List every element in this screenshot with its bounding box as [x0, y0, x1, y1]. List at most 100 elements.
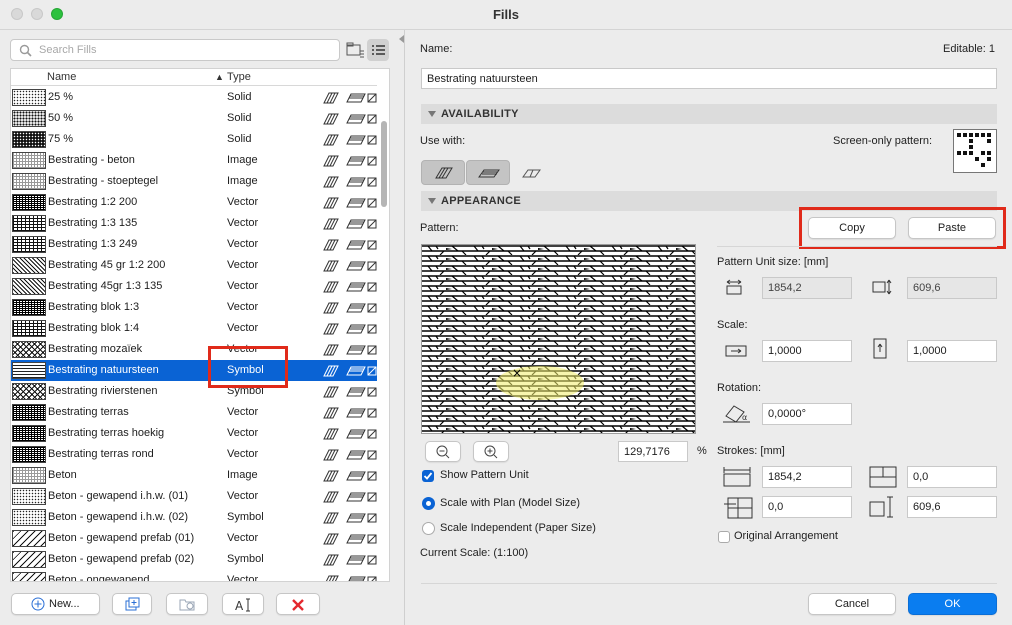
- zoom-in-button[interactable]: [473, 441, 509, 462]
- table-row[interactable]: Bestrating terras Vector: [11, 402, 377, 423]
- table-row[interactable]: Beton - gewapend i.h.w. (01) Vector: [11, 486, 377, 507]
- fill-pattern-swatch: [12, 383, 46, 400]
- surface-fill-availability-icon: [367, 156, 377, 166]
- cut-fill-availability-icon: [323, 533, 339, 545]
- stroke-c-field[interactable]: 0,0: [762, 496, 852, 518]
- unit-height-field[interactable]: 609,6: [907, 277, 997, 299]
- table-row[interactable]: Bestrating natuursteen Symbol: [11, 360, 377, 381]
- zoom-out-button[interactable]: [425, 441, 461, 462]
- table-row[interactable]: 50 % Solid: [11, 108, 377, 129]
- availability-section-header[interactable]: AVAILABILITY: [421, 104, 997, 124]
- original-arrangement-checkbox[interactable]: [718, 531, 730, 543]
- list-scrollbar[interactable]: [379, 87, 389, 581]
- table-row[interactable]: Beton - gewapend i.h.w. (02) Symbol: [11, 507, 377, 528]
- unit-height-icon: [872, 279, 892, 295]
- fill-type: Vector: [227, 322, 259, 334]
- duplicate-button[interactable]: [112, 593, 152, 615]
- zoom-percentage-field[interactable]: 129,7176: [618, 441, 688, 462]
- scale-with-plan-radio[interactable]: [422, 497, 435, 510]
- screen-only-pattern-preview[interactable]: [953, 129, 997, 173]
- table-row[interactable]: Bestrating - beton Image: [11, 150, 377, 171]
- folder-view-button[interactable]: [344, 39, 366, 61]
- stroke-a-field[interactable]: 1854,2: [762, 466, 852, 488]
- surface-fill-availability-icon: [367, 345, 377, 355]
- table-row[interactable]: Bestrating mozaïek Vector: [11, 339, 377, 360]
- fill-pattern-swatch: [12, 488, 46, 505]
- fill-type: Vector: [227, 217, 259, 229]
- fill-type: Image: [227, 175, 258, 187]
- use-with-cut-fill-toggle[interactable]: [421, 160, 465, 185]
- unit-width-field[interactable]: 1854,2: [762, 277, 852, 299]
- fill-pattern-swatch: [12, 530, 46, 547]
- table-row[interactable]: Bestrating 45 gr 1:2 200 Vector: [11, 255, 377, 276]
- copy-paste-highlight-box: [799, 207, 1006, 249]
- table-row[interactable]: Bestrating rivierstenen Symbol: [11, 381, 377, 402]
- fill-pattern-swatch: [12, 509, 46, 526]
- table-row[interactable]: 25 % Solid: [11, 87, 377, 108]
- fill-pattern-swatch: [12, 257, 46, 274]
- rename-button[interactable]: A: [222, 593, 264, 615]
- name-field[interactable]: Bestrating natuursteen: [421, 68, 997, 89]
- scale-with-plan-label: Scale with Plan (Model Size): [440, 497, 581, 509]
- cover-fill-availability-icon: [346, 534, 366, 544]
- cancel-button[interactable]: Cancel: [808, 593, 896, 615]
- surface-fill-availability-icon: [367, 513, 377, 523]
- original-arrangement-label: Original Arrangement: [734, 530, 838, 542]
- table-row[interactable]: Beton Image: [11, 465, 377, 486]
- search-input[interactable]: Search Fills: [10, 39, 340, 61]
- table-row[interactable]: Bestrating 1:3 135 Vector: [11, 213, 377, 234]
- list-view-button[interactable]: [367, 39, 389, 61]
- ok-button[interactable]: OK: [908, 593, 997, 615]
- zoom-out-icon: [436, 445, 450, 459]
- scale-x-field[interactable]: 1,0000: [762, 340, 852, 362]
- screen-only-label: Screen-only pattern:: [833, 135, 933, 147]
- cut-fill-availability-icon: [323, 197, 339, 209]
- cover-fill-icon: [478, 169, 500, 178]
- search-icon: [19, 44, 32, 57]
- unit-width-icon: [726, 279, 742, 295]
- table-row[interactable]: Beton - ongewapend Vector: [11, 570, 377, 582]
- table-row[interactable]: Bestrating 45gr 1:3 135 Vector: [11, 276, 377, 297]
- scale-y-field[interactable]: 1,0000: [907, 340, 997, 362]
- cover-fill-availability-icon: [346, 366, 366, 376]
- pattern-preview[interactable]: ×: [421, 244, 696, 434]
- scale-x-icon: [725, 345, 747, 357]
- scrollbar-thumb[interactable]: [381, 121, 387, 207]
- cut-fill-availability-icon: [323, 344, 339, 356]
- table-row[interactable]: Bestrating blok 1:3 Vector: [11, 297, 377, 318]
- fill-type: Solid: [227, 91, 252, 103]
- scale-independent-radio[interactable]: [422, 522, 435, 535]
- fill-pattern-swatch: [12, 152, 46, 169]
- import-button[interactable]: [166, 593, 208, 615]
- rotation-field[interactable]: 0,0000°: [762, 403, 852, 425]
- table-row[interactable]: Bestrating terras rond Vector: [11, 444, 377, 465]
- fills-dialog: Fills Search Fills Name ▲ Type 25 % Solid…: [0, 0, 1012, 625]
- stroke-b-field[interactable]: 0,0: [907, 466, 997, 488]
- use-with-cover-fill-toggle[interactable]: [466, 160, 510, 185]
- column-name-header[interactable]: Name: [47, 71, 76, 83]
- table-row[interactable]: Bestrating terras hoekig Vector: [11, 423, 377, 444]
- delete-button[interactable]: [276, 593, 320, 615]
- table-row[interactable]: Bestrating 1:3 249 Vector: [11, 234, 377, 255]
- table-row[interactable]: Bestrating - stoeptegel Image: [11, 171, 377, 192]
- table-row[interactable]: 75 % Solid: [11, 129, 377, 150]
- fill-name: Beton - ongewapend: [48, 574, 150, 582]
- rotation-angle-icon: α: [723, 405, 750, 423]
- table-row[interactable]: Bestrating blok 1:4 Vector: [11, 318, 377, 339]
- fill-type: Solid: [227, 112, 252, 124]
- show-pattern-unit-checkbox[interactable]: [422, 470, 434, 482]
- table-row[interactable]: Beton - gewapend prefab (01) Vector: [11, 528, 377, 549]
- cover-fill-availability-icon: [346, 282, 366, 292]
- table-row[interactable]: Beton - gewapend prefab (02) Symbol: [11, 549, 377, 570]
- cut-fill-icon: [435, 167, 453, 179]
- surface-fill-icon[interactable]: [521, 166, 543, 180]
- fill-type: Vector: [227, 406, 259, 418]
- stroke-d-field[interactable]: 609,6: [907, 496, 997, 518]
- new-fill-button[interactable]: New...: [11, 593, 100, 615]
- table-row[interactable]: Bestrating 1:2 200 Vector: [11, 192, 377, 213]
- column-type-header[interactable]: Type: [227, 71, 251, 83]
- cover-fill-availability-icon: [346, 387, 366, 397]
- cover-fill-availability-icon: [346, 429, 366, 439]
- fill-name: Bestrating 1:3 135: [48, 217, 138, 229]
- search-placeholder: Search Fills: [39, 44, 97, 56]
